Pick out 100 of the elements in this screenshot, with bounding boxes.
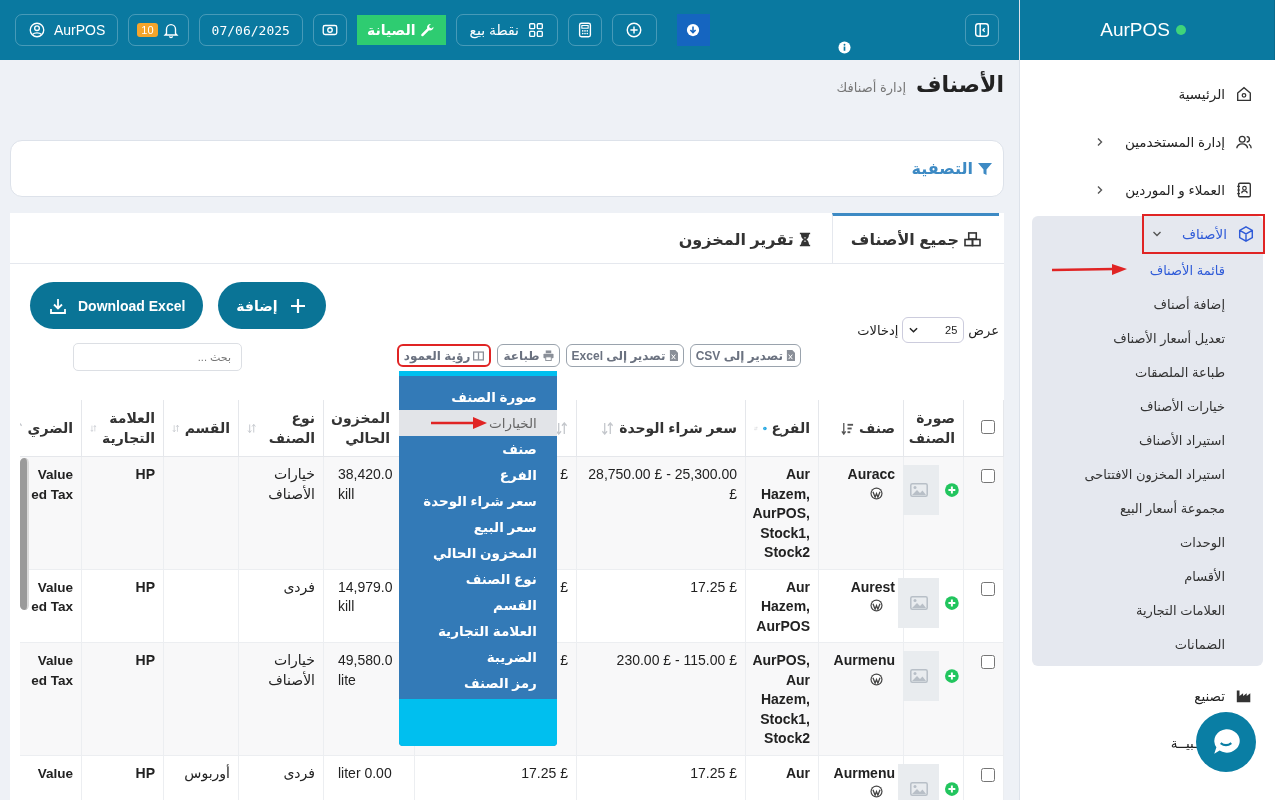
filter-toggle[interactable]: التصفية bbox=[911, 159, 993, 178]
table-cell-text: 14,979.0 kill bbox=[338, 577, 393, 616]
cube-icon bbox=[1237, 225, 1255, 243]
table-cell-text: £ bbox=[560, 465, 568, 484]
chevron-down-icon bbox=[1151, 229, 1162, 239]
add-variant-icon[interactable] bbox=[945, 669, 959, 683]
submenu-item[interactable]: الوحدات bbox=[1180, 526, 1263, 560]
info-icon[interactable] bbox=[838, 41, 851, 54]
submenu-item[interactable]: تعديل أسعار الأصناف bbox=[1113, 322, 1263, 356]
address-book-icon bbox=[1235, 181, 1253, 199]
export-button[interactable]: طباعة bbox=[497, 344, 560, 367]
menu-item[interactable]: القسم bbox=[398, 592, 557, 618]
download-icon[interactable] bbox=[676, 14, 710, 46]
select-all-checkbox[interactable] bbox=[981, 419, 995, 434]
row-checkbox[interactable] bbox=[981, 581, 995, 596]
file-icon bbox=[786, 350, 795, 361]
page-size-select[interactable]: 25 bbox=[902, 317, 965, 343]
submenu-item[interactable]: قائمة الأصناف bbox=[1149, 254, 1263, 288]
table-cell-text: 230.00 £ - 115.00 £ bbox=[616, 651, 737, 670]
menu-item[interactable]: المخزون الحالي bbox=[398, 540, 557, 566]
menu-item[interactable]: صورة الصنف bbox=[398, 384, 557, 410]
add-icon[interactable] bbox=[611, 14, 657, 46]
download-excel-button[interactable]: Download Excel bbox=[30, 282, 204, 329]
entries-label: إدخالات bbox=[857, 322, 899, 338]
brand-name: AurPOS bbox=[1100, 19, 1170, 41]
table-cell-text: 28,750.00 £ - 25,300.00 £ bbox=[587, 465, 737, 504]
filter-icon bbox=[977, 160, 993, 177]
add-variant-icon[interactable] bbox=[945, 595, 959, 610]
submenu-item[interactable]: مجموعة أسعار البيع bbox=[1120, 492, 1263, 526]
table-cell: Aur Hazem, AurPOS, Stock1, Stock2 bbox=[752, 466, 810, 560]
menu-item[interactable]: الخيارات bbox=[398, 410, 557, 436]
nav-item[interactable]: تصنيع bbox=[1184, 680, 1263, 712]
column-header[interactable]: الفرع bbox=[771, 418, 810, 438]
table-cell-text: £ bbox=[560, 651, 568, 670]
table-cell: فردى bbox=[283, 578, 315, 595]
table-cell: فردى bbox=[283, 764, 315, 781]
table-cell: 17.25 £ bbox=[690, 577, 737, 597]
nav-item[interactable]: الأصناف bbox=[1143, 216, 1263, 252]
export-button[interactable]: تصدير إلى Excel bbox=[565, 344, 684, 367]
nav-item[interactable]: إدارة المستخدمين bbox=[1084, 120, 1263, 164]
table-cell: Aur Hazem, AurPOS bbox=[756, 578, 810, 634]
sort-descending-icon[interactable] bbox=[841, 421, 855, 435]
menu-item[interactable]: الضريبة bbox=[398, 644, 557, 670]
menu-item[interactable]: صنف bbox=[398, 436, 557, 462]
table-cell: Aurest bbox=[850, 578, 895, 595]
chevron-down-icon bbox=[909, 327, 919, 333]
pos-button[interactable]: نقطة بيع bbox=[456, 14, 558, 46]
export-button[interactable]: رؤية العمود bbox=[396, 344, 492, 367]
menu-item[interactable]: الفرع bbox=[398, 462, 557, 488]
submenu-item[interactable]: الأقسام bbox=[1184, 560, 1263, 594]
table-cell: Aur bbox=[785, 764, 810, 781]
filter-panel[interactable]: التصفية bbox=[10, 140, 1004, 197]
submenu-item[interactable]: الضمانات bbox=[1174, 628, 1263, 662]
add-button[interactable]: إضافة bbox=[218, 282, 326, 329]
table-cell: 17.25 £ bbox=[690, 763, 737, 783]
file-icon bbox=[668, 350, 678, 361]
scrollbar[interactable] bbox=[20, 458, 29, 610]
calculator-icon[interactable] bbox=[567, 14, 602, 46]
submenu-item[interactable]: إضافة أصناف bbox=[1153, 288, 1263, 322]
table-cell: Aurmenu bbox=[833, 652, 895, 668]
row-checkbox[interactable] bbox=[981, 655, 995, 669]
nav-item[interactable]: ـبيــة bbox=[1160, 728, 1198, 758]
table-cell-text: Value ed Tax bbox=[31, 578, 73, 616]
print-icon bbox=[542, 350, 554, 361]
add-variant-icon[interactable] bbox=[945, 781, 959, 796]
nav-item[interactable]: الرئيسية bbox=[1168, 72, 1263, 116]
add-variant-icon[interactable] bbox=[945, 483, 959, 497]
menu-item[interactable]: سعر شراء الوحدة bbox=[398, 488, 557, 514]
home-icon bbox=[1235, 85, 1253, 103]
sidebar-toggle-icon[interactable] bbox=[965, 14, 999, 46]
menu-item[interactable]: سعر البيع bbox=[398, 514, 557, 540]
columns-icon bbox=[473, 350, 485, 361]
table-cell: HP bbox=[135, 652, 155, 668]
row-checkbox[interactable] bbox=[981, 469, 995, 483]
submenu-item[interactable]: طباعة الملصقات bbox=[1135, 356, 1263, 390]
menu-item[interactable]: العلامة التجارية bbox=[398, 618, 557, 644]
table-cell: Aurmenu bbox=[833, 764, 895, 781]
notification-count: 10 bbox=[137, 23, 158, 37]
submenu-item[interactable]: خيارات الأصناف bbox=[1139, 390, 1263, 424]
table-cell: 49,580.0 lite bbox=[338, 651, 393, 690]
cash-icon[interactable] bbox=[312, 14, 347, 46]
table-cell: HP bbox=[135, 466, 155, 482]
menu-item[interactable]: رمز الصنف bbox=[398, 670, 557, 696]
export-button[interactable]: تصدير إلى CSV bbox=[689, 344, 801, 367]
table-cell: liter 0.00 bbox=[338, 763, 392, 783]
submenu-item[interactable]: استيراد الأصناف bbox=[1139, 424, 1263, 458]
table-cell-text: Value ed Tax bbox=[31, 466, 73, 504]
table-cell: 17.25 £ bbox=[521, 763, 568, 783]
date-button[interactable]: 07/06/2025 bbox=[198, 14, 303, 46]
nav-item[interactable]: العملاء و الموردين bbox=[1085, 168, 1263, 212]
tab[interactable]: جميع الأصناف bbox=[831, 213, 999, 263]
column-header[interactable]: صنف bbox=[859, 418, 895, 438]
row-checkbox[interactable] bbox=[981, 767, 995, 782]
submenu-item[interactable]: العلامات التجارية bbox=[1135, 594, 1263, 628]
menu-item[interactable]: نوع الصنف bbox=[398, 566, 557, 592]
profile-button[interactable]: AurPOS bbox=[15, 14, 119, 46]
submenu-item[interactable]: استيراد المخزون الافتتاحى bbox=[1084, 458, 1263, 492]
table-cell: أوربوس bbox=[184, 764, 230, 781]
search-field[interactable]: بحث ... bbox=[73, 343, 242, 371]
hourglass-icon bbox=[798, 232, 811, 247]
